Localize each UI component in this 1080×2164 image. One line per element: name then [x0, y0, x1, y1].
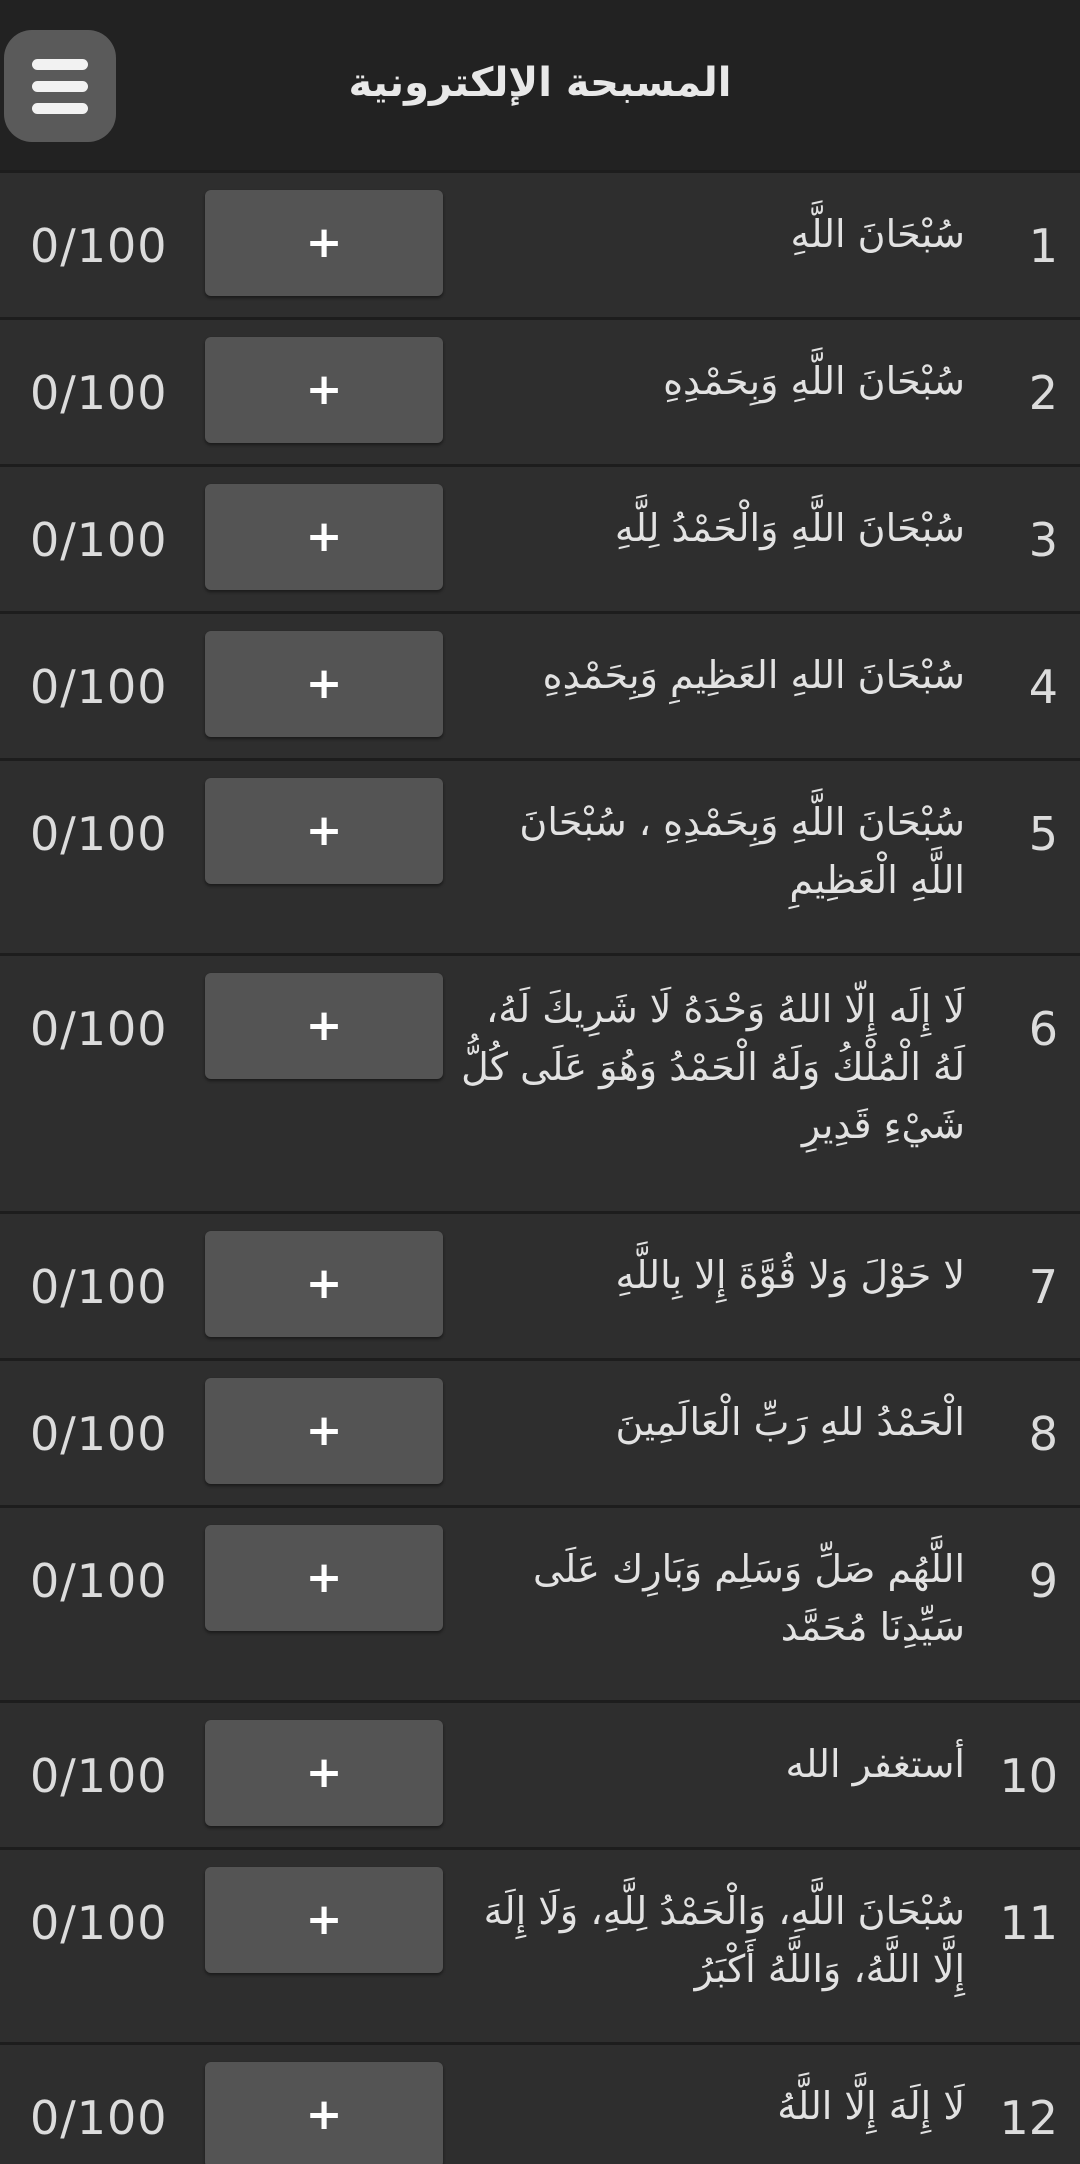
dhikr-counter: 0/100 [30, 219, 168, 273]
dhikr-row: 0/100 + لا حَوْلَ وَلا قُوَّةَ إِلا بِاللَ… [0, 1211, 1080, 1358]
dhikr-text: أستغفر الله [785, 1742, 965, 1786]
dhikr-number: 3 [1028, 513, 1058, 567]
dhikr-number: 8 [1028, 1407, 1058, 1461]
dhikr-row: 0/100 + سُبْحَانَ اللَّهِ وَالْحَمْدُ لِلَ… [0, 464, 1080, 611]
increment-button[interactable]: + [205, 973, 443, 1079]
increment-button[interactable]: + [205, 337, 443, 443]
dhikr-row: 0/100 + سُبْحَانَ اللَّهِ، وَالْحَمْدُ لِل… [0, 1847, 1080, 2042]
dhikr-text: لَا إِلَهَ إِلَّا اللَّهُ [777, 2084, 965, 2128]
dhikr-number: 9 [1028, 1554, 1058, 1608]
dhikr-counter: 0/100 [30, 1896, 168, 1950]
increment-button[interactable]: + [205, 1231, 443, 1337]
dhikr-number: 4 [1028, 660, 1058, 714]
dhikr-text: لا حَوْلَ وَلا قُوَّةَ إِلا بِاللَّهِ [615, 1253, 965, 1297]
increment-button[interactable]: + [205, 1867, 443, 1973]
dhikr-text: سُبْحَانَ اللَّهِ وَبِحَمْدِهِ ، سُبْحَا… [519, 800, 965, 902]
dhikr-row: 0/100 + سُبْحَانَ اللَّهِ 1 [0, 170, 1080, 317]
increment-button[interactable]: + [205, 1378, 443, 1484]
dhikr-number: 7 [1028, 1260, 1058, 1314]
dhikr-text: سُبْحَانَ اللَّهِ وَالْحَمْدُ لِلَّهِ [614, 506, 965, 550]
dhikr-row: 0/100 + سُبْحَانَ اللَّهِ وَبِحَمْدِهِ ، س… [0, 758, 1080, 953]
dhikr-text: اللَّهُم صَلِّ وَسَلِم وَبَارِك عَلَى سَ… [532, 1547, 965, 1649]
dhikr-counter: 0/100 [30, 513, 168, 567]
dhikr-text: سُبْحَانَ اللهِ العَظِيمِ وَبِحَمْدِهِ [542, 653, 965, 697]
page-title: المسبحة الإلكترونية [348, 60, 732, 106]
dhikr-counter: 0/100 [30, 1002, 168, 1056]
dhikr-row: 0/100 + لَا إِلَه إِلّا اللهُ وَحْدَهُ لَا… [0, 953, 1080, 1211]
dhikr-text: الْحَمْدُ للهِ رَبِّ الْعَالَمِينَ [615, 1400, 965, 1444]
dhikr-number: 11 [999, 1896, 1058, 1950]
dhikr-row: 0/100 + أستغفر الله 10 [0, 1700, 1080, 1847]
dhikr-counter: 0/100 [30, 660, 168, 714]
dhikr-row: 0/100 + لَا إِلَهَ إِلَّا اللَّهُ 12 [0, 2042, 1080, 2164]
dhikr-counter: 0/100 [30, 2091, 168, 2145]
app-header: المسبحة الإلكترونية [0, 0, 1080, 170]
dhikr-row: 0/100 + سُبْحَانَ اللهِ العَظِيمِ وَبِحَمْ… [0, 611, 1080, 758]
hamburger-menu-icon [32, 80, 88, 92]
dhikr-number: 6 [1028, 1002, 1058, 1056]
menu-button[interactable] [4, 30, 116, 142]
dhikr-number: 1 [1028, 219, 1058, 273]
increment-button[interactable]: + [205, 2062, 443, 2164]
increment-button[interactable]: + [205, 1720, 443, 1826]
dhikr-counter: 0/100 [30, 366, 168, 420]
increment-button[interactable]: + [205, 1525, 443, 1631]
dhikr-text: سُبْحَانَ اللَّهِ [790, 212, 966, 256]
dhikr-number: 5 [1028, 807, 1058, 861]
dhikr-text: لَا إِلَه إِلّا اللهُ وَحْدَهُ لَا شَرِي… [461, 987, 965, 1147]
hamburger-menu-icon [32, 58, 88, 70]
hamburger-menu-icon [32, 102, 88, 114]
dhikr-text: سُبْحَانَ اللَّهِ وَبِحَمْدِهِ [663, 359, 965, 403]
dhikr-text: سُبْحَانَ اللَّهِ، وَالْحَمْدُ لِلَّهِ، … [483, 1889, 965, 1991]
increment-button[interactable]: + [205, 484, 443, 590]
increment-button[interactable]: + [205, 631, 443, 737]
dhikr-row: 0/100 + سُبْحَانَ اللَّهِ وَبِحَمْدِهِ 2 [0, 317, 1080, 464]
dhikr-row: 0/100 + الْحَمْدُ للهِ رَبِّ الْعَالَمِينَ… [0, 1358, 1080, 1505]
dhikr-number: 12 [999, 2091, 1058, 2145]
increment-button[interactable]: + [205, 190, 443, 296]
dhikr-counter: 0/100 [30, 1407, 168, 1461]
dhikr-row: 0/100 + اللَّهُم صَلِّ وَسَلِم وَبَارِك عَ… [0, 1505, 1080, 1700]
dhikr-counter: 0/100 [30, 1260, 168, 1314]
dhikr-number: 2 [1028, 366, 1058, 420]
increment-button[interactable]: + [205, 778, 443, 884]
dhikr-number: 10 [999, 1749, 1058, 1803]
dhikr-counter: 0/100 [30, 807, 168, 861]
dhikr-counter: 0/100 [30, 1554, 168, 1608]
dhikr-counter: 0/100 [30, 1749, 168, 1803]
app-screen: المسبحة الإلكترونية 0/100 + سُبْحَانَ اللَ… [0, 0, 1080, 2164]
